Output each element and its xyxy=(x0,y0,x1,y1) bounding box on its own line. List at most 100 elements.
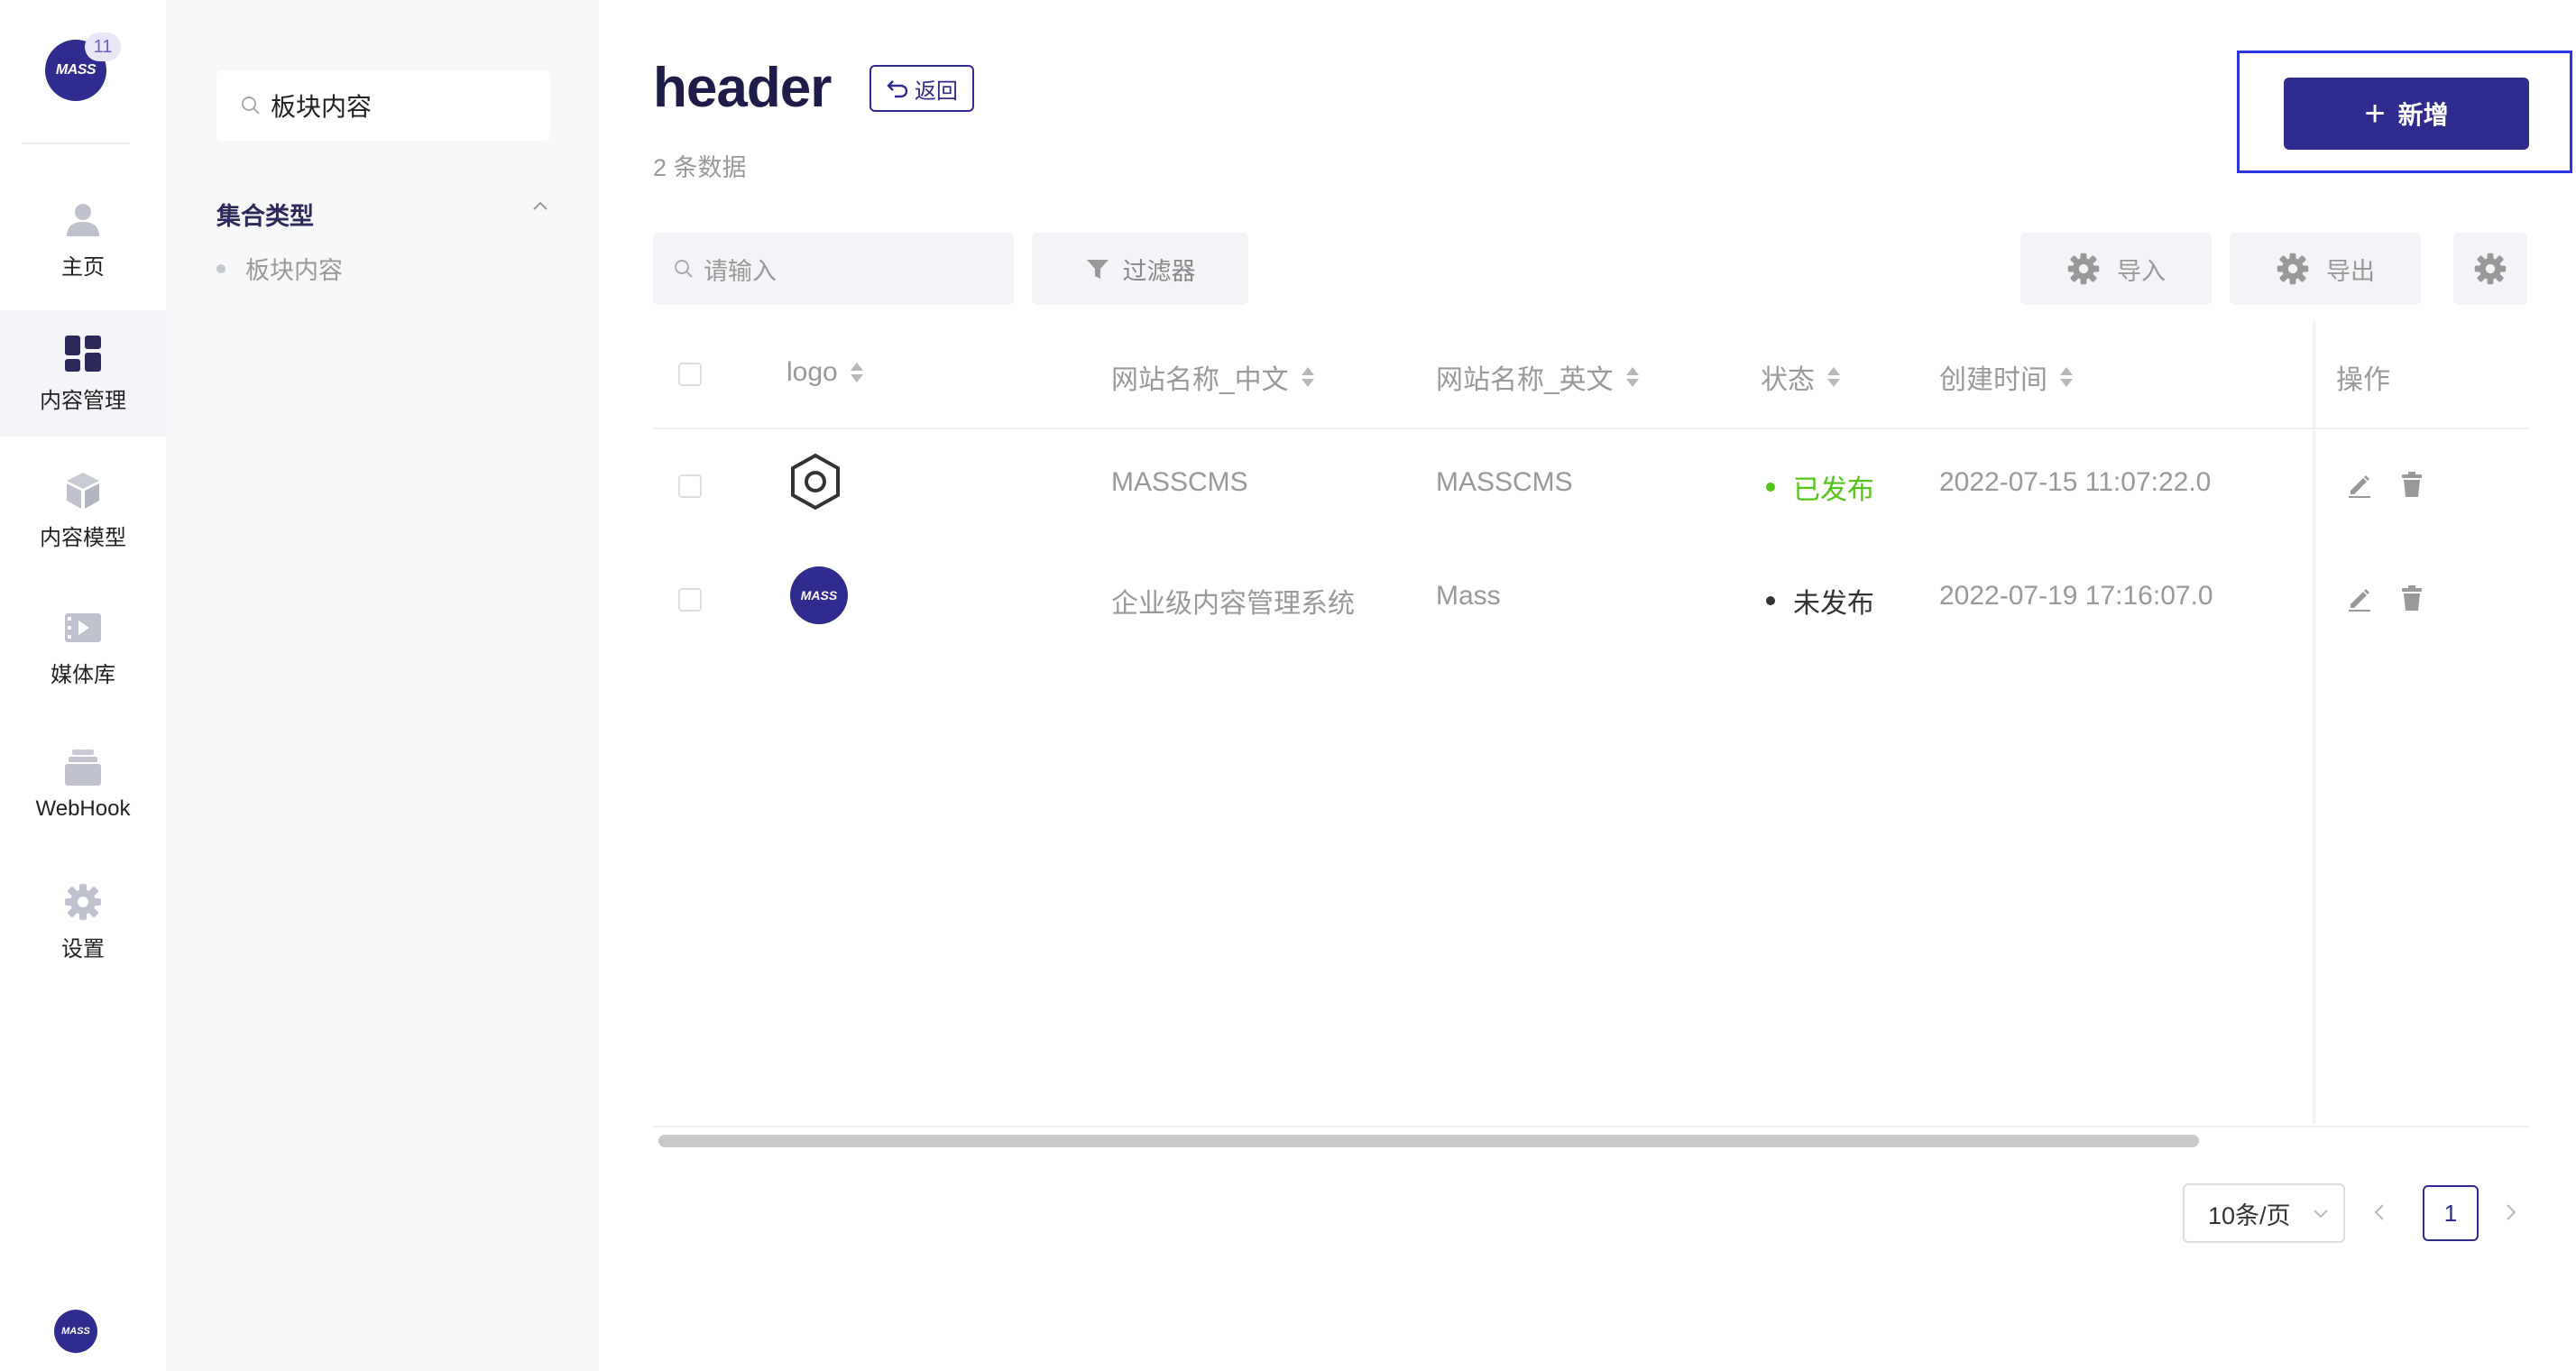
chevron-up-icon[interactable] xyxy=(530,197,550,216)
column-header-created[interactable]: 创建时间 xyxy=(1939,357,2075,397)
gear-icon xyxy=(2277,253,2309,285)
sort-icon[interactable] xyxy=(2058,365,2075,389)
fixed-column-bg xyxy=(2316,321,2529,1124)
user-icon xyxy=(67,203,99,236)
cell-name-en: MASSCMS xyxy=(1436,467,1573,497)
page-size-value: 10条/页 xyxy=(2208,1201,2291,1229)
gear-icon xyxy=(2474,253,2507,285)
sort-icon[interactable] xyxy=(1624,365,1641,389)
edit-icon[interactable] xyxy=(2347,584,2372,612)
cell-created: 2022-07-19 17:16:07.0 xyxy=(1939,581,2213,611)
plus-icon: + xyxy=(2364,94,2386,133)
nav-item-label: 主页 xyxy=(61,254,105,280)
sort-icon[interactable] xyxy=(849,361,865,384)
header-divider xyxy=(653,428,2529,429)
import-button[interactable]: 导入 xyxy=(2020,233,2212,305)
undo-icon xyxy=(887,80,908,98)
nav-item-label: 媒体库 xyxy=(51,662,115,687)
column-header-logo[interactable]: logo xyxy=(787,357,865,388)
column-header-label: 状态 xyxy=(1761,365,1815,395)
import-button-label: 导入 xyxy=(2117,257,2166,285)
search-icon xyxy=(675,260,693,278)
status-badge: 未发布 xyxy=(1766,581,1874,621)
column-header-status[interactable]: 状态 xyxy=(1761,357,1842,397)
next-page-icon[interactable] xyxy=(2500,1201,2520,1223)
column-header-name-en[interactable]: 网站名称_英文 xyxy=(1436,357,1641,397)
nav-item-content-model[interactable]: 内容模型 xyxy=(0,447,166,574)
edit-icon[interactable] xyxy=(2347,471,2372,498)
table-settings-button[interactable] xyxy=(2453,233,2527,305)
back-button-label: 返回 xyxy=(915,78,958,104)
column-header-name-cn[interactable]: 网站名称_中文 xyxy=(1111,357,1316,397)
page-title: header xyxy=(653,57,832,119)
cube-icon xyxy=(67,472,99,509)
nav-item-settings[interactable]: 设置 xyxy=(0,859,166,985)
column-header-actions: 操作 xyxy=(2336,357,2390,397)
filter-icon xyxy=(1086,260,1109,279)
main-content: header 返回 2 条数据 + 新增 请输入 过滤器 导入 导出 logo … xyxy=(599,0,2576,1371)
user-avatar[interactable]: MASS xyxy=(54,1310,97,1353)
media-icon xyxy=(65,612,101,642)
nav-item-label: 内容管理 xyxy=(40,388,126,413)
prev-page-icon[interactable] xyxy=(2370,1201,2390,1223)
panel-search-value: 板块内容 xyxy=(271,93,373,121)
filter-button-label: 过滤器 xyxy=(1122,257,1196,285)
collection-item[interactable]: 板块内容 xyxy=(216,251,343,286)
sort-icon[interactable] xyxy=(1826,365,1842,389)
scrollbar-thumb[interactable] xyxy=(658,1135,2199,1147)
table-bottom-divider xyxy=(653,1126,2529,1127)
status-dot xyxy=(1766,483,1775,492)
gear-icon xyxy=(65,883,101,920)
column-header-label: 网站名称_中文 xyxy=(1111,365,1289,395)
archive-icon xyxy=(65,750,101,786)
status-badge: 已发布 xyxy=(1766,467,1874,507)
mass-logo: MASS xyxy=(790,566,848,624)
search-placeholder: 请输入 xyxy=(704,257,777,285)
bullet-dot xyxy=(216,263,225,273)
status-label: 已发布 xyxy=(1793,475,1874,505)
collection-panel: 板块内容 集合类型 板块内容 xyxy=(166,0,599,1371)
add-button-label: 新增 xyxy=(2397,101,2449,129)
nav-item-label: WebHook xyxy=(35,796,131,821)
nav-item-media-library[interactable]: 媒体库 xyxy=(0,584,166,711)
page-size-select[interactable]: 10条/页 xyxy=(2183,1183,2345,1243)
collection-item-label: 板块内容 xyxy=(245,257,343,284)
export-button-label: 导出 xyxy=(2326,257,2375,285)
nav-item-home[interactable]: 主页 xyxy=(0,177,166,303)
delete-icon[interactable] xyxy=(2399,584,2424,612)
add-button[interactable]: + 新增 xyxy=(2284,78,2529,150)
row-checkbox[interactable] xyxy=(678,474,702,498)
export-button[interactable]: 导出 xyxy=(2230,233,2421,305)
sort-icon[interactable] xyxy=(1300,365,1316,389)
notification-badge: 11 xyxy=(85,32,121,61)
nav-item-label: 设置 xyxy=(61,936,105,962)
cell-name-cn: 企业级内容管理系统 xyxy=(1111,589,1355,619)
cell-name-en: Mass xyxy=(1436,581,1501,611)
left-nav: MASS 11 主页 内容管理 内容模型 媒体库 WebHook 设置 MASS xyxy=(0,0,166,1371)
panel-search-input[interactable]: 板块内容 xyxy=(216,70,550,141)
search-icon xyxy=(242,97,260,115)
hex-logo-icon xyxy=(791,453,840,511)
select-all-checkbox[interactable] xyxy=(678,363,702,386)
dashboard-icon xyxy=(65,335,101,372)
gear-icon xyxy=(2067,253,2100,285)
collection-group-header[interactable]: 集合类型 xyxy=(216,197,550,232)
page-number-current[interactable]: 1 xyxy=(2423,1185,2479,1241)
nav-item-label: 内容模型 xyxy=(40,525,126,550)
delete-icon[interactable] xyxy=(2399,471,2424,498)
column-header-label: 创建时间 xyxy=(1939,365,2047,395)
collection-group-title: 集合类型 xyxy=(216,203,314,230)
status-label: 未发布 xyxy=(1793,589,1874,619)
nav-item-webhook[interactable]: WebHook xyxy=(0,722,166,848)
nav-item-content-manage[interactable]: 内容管理 xyxy=(0,310,166,437)
record-count: 2 条数据 xyxy=(653,154,747,181)
cell-created: 2022-07-15 11:07:22.0 xyxy=(1939,467,2212,497)
column-header-label: logo xyxy=(787,357,838,387)
status-dot xyxy=(1766,596,1775,605)
cell-name-cn: MASSCMS xyxy=(1111,467,1248,497)
row-checkbox[interactable] xyxy=(678,588,702,612)
search-input[interactable]: 请输入 xyxy=(653,233,1014,305)
filter-button[interactable]: 过滤器 xyxy=(1032,233,1248,305)
back-button[interactable]: 返回 xyxy=(869,65,974,112)
chevron-down-icon xyxy=(2314,1210,2328,1219)
